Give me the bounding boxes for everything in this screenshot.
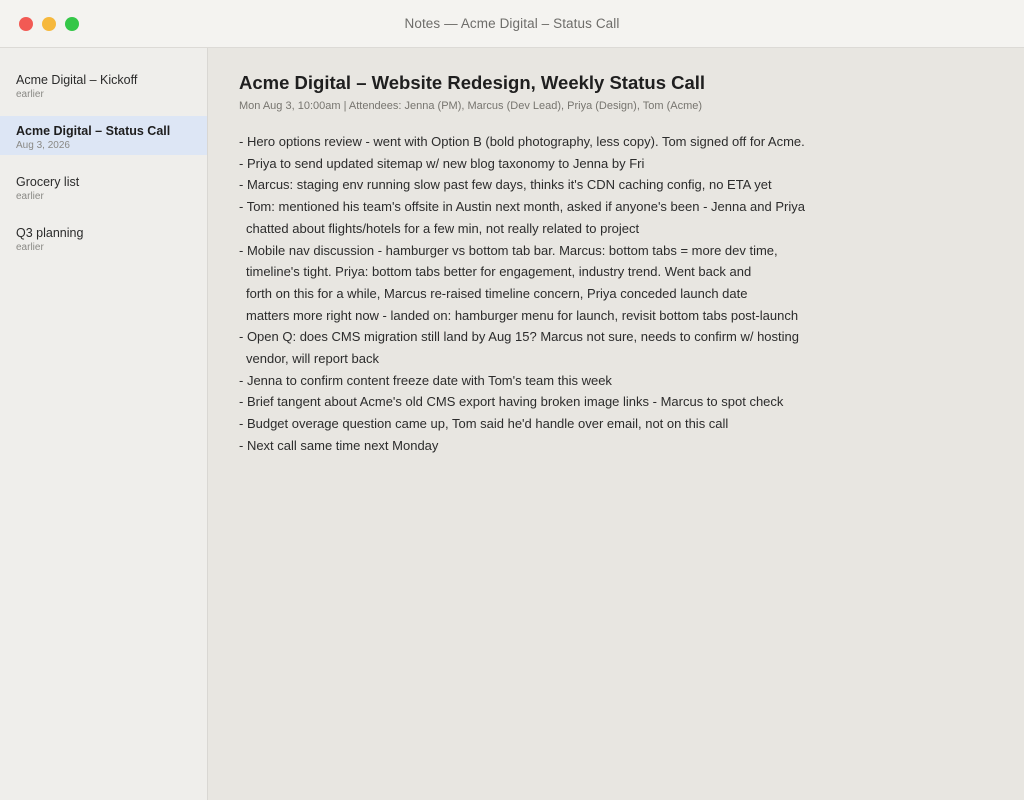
note-line: - Brief tangent about Acme's old CMS exp… xyxy=(239,394,784,410)
note-line: - Open Q: does CMS migration still land … xyxy=(239,329,799,345)
note-body[interactable]: - Hero options review - went with Option… xyxy=(239,131,819,457)
note-line: - Budget overage question came up, Tom s… xyxy=(239,416,729,432)
note-item-date: earlier xyxy=(16,191,44,202)
note-line: matters more right now - landed on: hamb… xyxy=(246,307,799,323)
note-line: vendor, will report back xyxy=(246,351,379,367)
note-item-date: earlier xyxy=(16,89,44,100)
note-item-title: Acme Digital – Kickoff xyxy=(16,73,138,87)
notes-window: Notes — Acme Digital – Status Call Acme … xyxy=(0,0,1024,800)
note-line: - Priya to send updated sitemap w/ new b… xyxy=(239,155,645,171)
app-body: Acme Digital – Kickoff earlier Acme Digi… xyxy=(0,48,1024,800)
sidebar-note-q3-planning[interactable]: Q3 planning earlier xyxy=(0,218,207,257)
note-line: - Next call same time next Monday xyxy=(239,437,439,453)
note-item-title: Grocery list xyxy=(16,175,80,189)
notes-sidebar: Acme Digital – Kickoff earlier Acme Digi… xyxy=(0,48,208,800)
note-line: timeline's tight. Priya: bottom tabs bet… xyxy=(246,264,752,280)
note-item-title: Acme Digital – Status Call xyxy=(16,124,171,138)
title-bar: Notes — Acme Digital – Status Call xyxy=(0,0,1024,48)
sidebar-note-acme-status-call[interactable]: Acme Digital – Status Call Aug 3, 2026 xyxy=(0,116,207,155)
note-title[interactable]: Acme Digital – Website Redesign, Weekly … xyxy=(239,72,992,94)
window-title: Notes — Acme Digital – Status Call xyxy=(404,16,620,31)
note-item-date: earlier xyxy=(16,242,44,253)
sidebar-note-grocery-list[interactable]: Grocery list earlier xyxy=(0,167,207,206)
sidebar-note-acme-kickoff[interactable]: Acme Digital – Kickoff earlier xyxy=(0,65,207,104)
note-line: chatted about flights/hotels for a few m… xyxy=(246,220,640,236)
note-item-title: Q3 planning xyxy=(16,226,84,240)
note-line: - Jenna to confirm content freeze date w… xyxy=(239,372,612,388)
note-line: - Marcus: staging env running slow past … xyxy=(239,177,772,193)
note-line: - Mobile nav discussion - hamburger vs b… xyxy=(239,242,778,258)
note-editor[interactable]: Acme Digital – Website Redesign, Weekly … xyxy=(208,48,1024,800)
note-line: - Tom: mentioned his team's offsite in A… xyxy=(239,199,805,215)
note-line: - Hero options review - went with Option… xyxy=(239,134,805,149)
note-item-date: Aug 3, 2026 xyxy=(16,140,70,151)
note-line: forth on this for a while, Marcus re-rai… xyxy=(246,285,748,301)
note-meta[interactable]: Mon Aug 3, 10:00am | Attendees: Jenna (P… xyxy=(239,99,992,113)
